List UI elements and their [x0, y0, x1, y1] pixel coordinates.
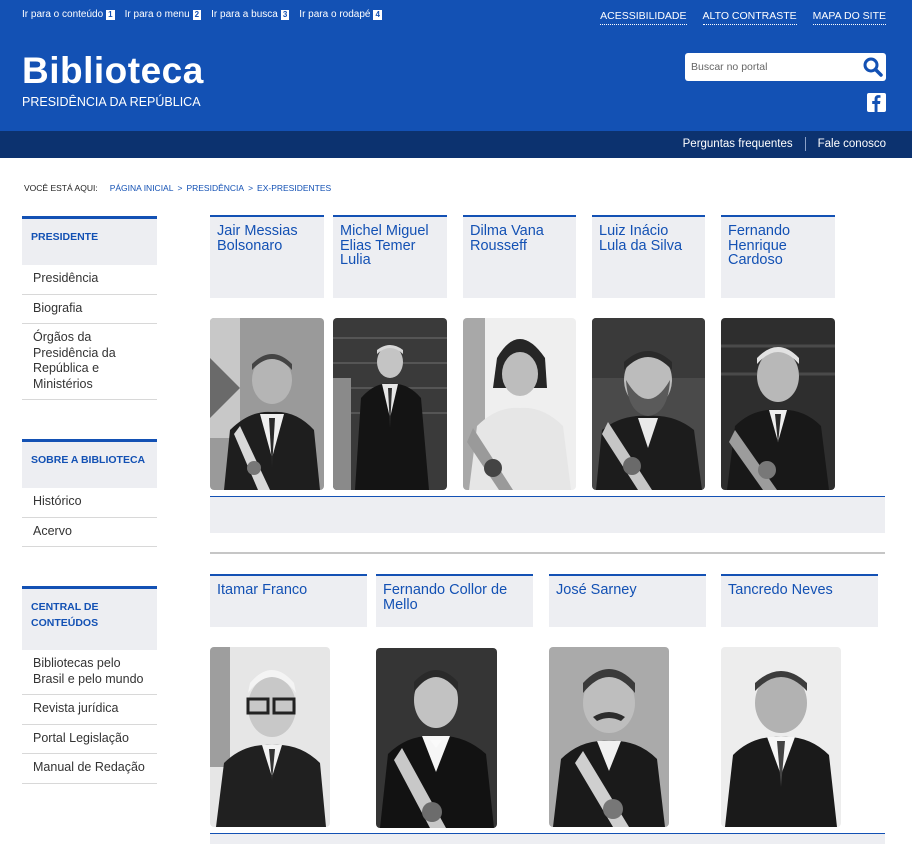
sidebar-item-historico[interactable]: Histórico: [22, 488, 157, 518]
faq-link[interactable]: Perguntas frequentes: [683, 138, 793, 150]
president-photo[interactable]: [721, 647, 841, 827]
facebook-icon[interactable]: [867, 93, 886, 112]
skip-link-number: 3: [280, 9, 290, 20]
skip-link-number: 4: [373, 9, 382, 20]
breadcrumb: VOCÊ ESTÁ AQUI: PÁGINA INICIAL > PRESIDÊ…: [24, 183, 331, 193]
breadcrumb-ex-presidentes[interactable]: EX-PRESIDENTES: [257, 183, 331, 193]
sidebar-section-sobre: SOBRE A BIBLIOTECA Histórico Acervo: [22, 439, 157, 547]
president-photo[interactable]: [463, 318, 576, 490]
skip-to-menu-link[interactable]: Ir para o menu 2: [125, 9, 202, 20]
sidebar-item-orgaos[interactable]: Órgãos da Presidência da República e Min…: [22, 324, 157, 400]
president-photo[interactable]: [210, 318, 324, 490]
search-icon[interactable]: [862, 56, 884, 78]
president-photo[interactable]: [721, 318, 835, 490]
president-name-link[interactable]: Michel Miguel Elias Temer Lulia: [333, 215, 447, 298]
breadcrumb-presidencia[interactable]: PRESIDÊNCIA: [186, 183, 244, 193]
sidebar-header: SOBRE A BIBLIOTECA: [22, 439, 157, 488]
president-name-link[interactable]: Fernando Collor de Mello: [376, 574, 533, 627]
president-photo[interactable]: [376, 648, 497, 828]
skip-link-number: 2: [192, 9, 202, 20]
top-links: ACESSIBILIDADE ALTO CONTRASTE MAPA DO SI…: [600, 10, 886, 25]
breadcrumb-label: VOCÊ ESTÁ AQUI:: [24, 183, 98, 193]
president-name-link[interactable]: Itamar Franco: [210, 574, 367, 627]
skip-link-label: Ir para o menu: [124, 9, 190, 20]
skip-to-footer-link[interactable]: Ir para o rodapé 4: [299, 9, 382, 20]
sidebar-section-presidente: PRESIDENTE Presidência Biografia Órgãos …: [22, 216, 157, 400]
site-map-link[interactable]: MAPA DO SITE: [812, 10, 886, 25]
president-photo[interactable]: [549, 647, 669, 827]
contact-link[interactable]: Fale conosco: [818, 138, 886, 150]
sidebar-item-manual[interactable]: Manual de Redação: [22, 754, 157, 784]
president-name-link[interactable]: Dilma Vana Rousseff: [463, 215, 576, 298]
president-name-link[interactable]: Luiz Inácio Lula da Silva: [592, 215, 705, 298]
sidebar-header: CENTRAL DE CONTEÚDOS: [22, 586, 157, 650]
sidebar-item-legislacao[interactable]: Portal Legislação: [22, 725, 157, 754]
site-subtitle: PRESIDÊNCIA DA REPÚBLICA: [22, 95, 201, 109]
skip-to-content-link[interactable]: Ir para o conteúdo 1: [22, 9, 115, 20]
president-photo[interactable]: [210, 647, 330, 827]
breadcrumb-home[interactable]: PÁGINA INICIAL: [110, 183, 174, 193]
service-bar: Perguntas frequentes Fale conosco: [0, 131, 912, 158]
skip-link-number: 1: [106, 9, 115, 20]
high-contrast-link[interactable]: ALTO CONTRASTE: [702, 10, 797, 25]
sidebar-item-acervo[interactable]: Acervo: [22, 518, 157, 547]
breadcrumb-separator: >: [177, 183, 183, 193]
skip-link-label: Ir para o conteúdo: [22, 9, 104, 20]
president-name-link[interactable]: Fernando Henrique Cardoso: [721, 215, 835, 298]
search-box: [685, 53, 886, 81]
president-name-link[interactable]: Jair Messias Bolsonaro: [210, 215, 324, 298]
sidebar-item-presidencia[interactable]: Presidência: [22, 265, 157, 295]
accessibility-link[interactable]: ACESSIBILIDADE: [600, 10, 687, 25]
president-photo[interactable]: [592, 318, 705, 490]
sidebar-section-central: CENTRAL DE CONTEÚDOS Bibliotecas pelo Br…: [22, 586, 157, 784]
skip-to-search-link[interactable]: Ir para a busca 3: [211, 9, 290, 20]
service-divider: [804, 137, 806, 151]
site-header: Ir para o conteúdo 1 Ir para o menu 2 Ir p…: [0, 0, 912, 131]
row-band: [210, 496, 885, 533]
sidebar-item-revista[interactable]: Revista jurídica: [22, 695, 157, 725]
skip-link-label: Ir para a busca: [211, 9, 278, 20]
search-input[interactable]: [685, 53, 855, 81]
breadcrumb-separator: >: [248, 183, 254, 193]
site-title[interactable]: Biblioteca: [22, 50, 204, 92]
sidebar-header: PRESIDENTE: [22, 216, 157, 265]
president-name-link[interactable]: Tancredo Neves: [721, 574, 878, 627]
president-name-link[interactable]: José Sarney: [549, 574, 706, 627]
sidebar-item-bibliotecas[interactable]: Bibliotecas pelo Brasil e pelo mundo: [22, 650, 157, 695]
skip-link-label: Ir para o rodapé: [299, 9, 371, 20]
row-divider: [210, 552, 885, 554]
sidebar-item-biografia[interactable]: Biografia: [22, 295, 157, 324]
row-band: [210, 833, 885, 844]
skip-links: Ir para o conteúdo 1 Ir para o menu 2 Ir p…: [22, 9, 382, 20]
president-photo[interactable]: [333, 318, 447, 490]
